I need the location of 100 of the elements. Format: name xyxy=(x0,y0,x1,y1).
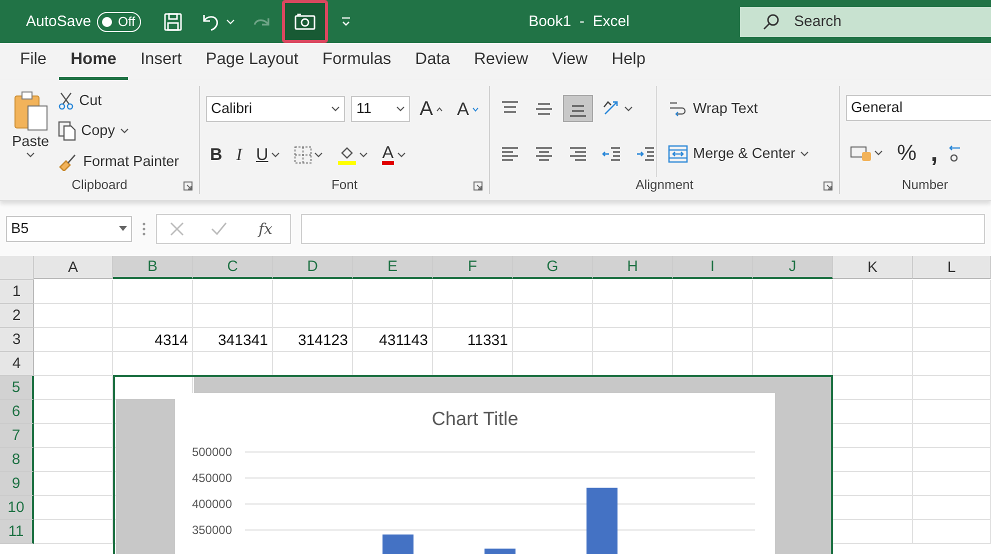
row-header[interactable]: 2 xyxy=(0,304,34,328)
formula-input[interactable] xyxy=(301,214,985,244)
ribbon-tab[interactable]: Review xyxy=(462,50,540,80)
dropdown-icon xyxy=(226,18,236,24)
increase-font-size-button[interactable]: A xyxy=(416,96,447,122)
font-name-field[interactable]: Calibri xyxy=(206,96,346,122)
table-cell: 4314 xyxy=(113,328,193,352)
paste-button[interactable]: Paste xyxy=(6,86,56,177)
checkmark-icon[interactable] xyxy=(211,222,228,236)
column-header[interactable]: I xyxy=(673,256,753,279)
ribbon-tab[interactable]: Help xyxy=(600,50,658,80)
row-header[interactable]: 6 xyxy=(0,400,34,424)
row-header[interactable]: 11 xyxy=(0,520,34,544)
copy-button[interactable]: Copy xyxy=(55,119,182,144)
customize-icon xyxy=(340,16,352,28)
row-header[interactable]: 3 xyxy=(0,328,34,352)
align-bottom-button[interactable] xyxy=(564,96,592,122)
row-header[interactable]: 4 xyxy=(0,352,34,376)
dropdown-icon xyxy=(624,106,633,112)
column-header[interactable]: H xyxy=(593,256,673,279)
column-header[interactable]: B xyxy=(113,256,193,279)
ribbon-tab[interactable]: Insert xyxy=(128,50,194,80)
group-label: Number xyxy=(902,177,948,192)
caret-up-icon xyxy=(436,106,443,112)
row-header[interactable]: 1 xyxy=(0,280,34,304)
merge-center-button[interactable]: Merge & Center xyxy=(665,143,812,166)
chart-bar xyxy=(484,548,516,554)
copy-icon xyxy=(58,121,76,142)
chart-bar xyxy=(586,488,618,554)
axis-tick-label: 450000 xyxy=(192,471,232,485)
camera-button[interactable] xyxy=(282,0,328,43)
axis-tick-label: 350000 xyxy=(192,523,232,537)
row-header[interactable]: 8 xyxy=(0,448,34,472)
decrease-font-size-button[interactable]: A xyxy=(452,96,483,122)
row-header[interactable]: 5 xyxy=(0,376,34,400)
camera-icon xyxy=(294,12,316,30)
table-cell: 314123 xyxy=(273,328,353,352)
save-icon xyxy=(163,12,184,32)
column-header[interactable]: E xyxy=(353,256,433,279)
cut-button[interactable]: Cut xyxy=(55,90,182,112)
column-header[interactable]: J xyxy=(753,256,833,279)
ribbon-tab[interactable]: File xyxy=(8,50,59,80)
font-color-button[interactable]: A xyxy=(378,142,410,167)
dropdown-icon xyxy=(120,128,129,134)
table-cell: 11331 xyxy=(433,328,513,352)
caret-down-icon xyxy=(472,106,479,112)
row-header[interactable]: 7 xyxy=(0,424,34,448)
paintbrush-icon xyxy=(58,153,78,172)
table-cell: 431143 xyxy=(353,328,433,352)
group-label: Clipboard xyxy=(72,177,128,192)
table-cell: 341341 xyxy=(193,328,273,352)
wrap-text-icon xyxy=(668,100,688,118)
column-header[interactable]: C xyxy=(193,256,273,279)
insert-function-button[interactable]: fx xyxy=(254,218,276,240)
column-header[interactable]: L xyxy=(913,256,991,279)
ribbon-tab[interactable]: Formulas xyxy=(310,50,404,80)
column-header[interactable]: D xyxy=(273,256,353,279)
name-box[interactable]: B5 xyxy=(6,216,132,242)
dropdown-icon xyxy=(271,152,280,158)
ribbon-tab[interactable]: View xyxy=(540,50,600,80)
group-label: Alignment xyxy=(636,177,694,192)
more-options-icon xyxy=(142,220,146,236)
dropdown-icon xyxy=(396,152,406,158)
dropdown-icon xyxy=(119,226,127,231)
dropdown-icon xyxy=(359,152,368,158)
autosave-label: AutoSave xyxy=(26,13,92,30)
column-header[interactable]: G xyxy=(513,256,593,279)
ribbon-tab[interactable]: Page Layout xyxy=(194,50,310,80)
autosave-toggle[interactable]: Off xyxy=(97,12,142,32)
clipboard-icon xyxy=(12,90,49,132)
chart-bar xyxy=(382,534,414,554)
dropdown-icon xyxy=(26,152,36,158)
borders-icon xyxy=(294,146,312,164)
dropdown-icon xyxy=(331,106,340,112)
format-painter-button[interactable]: Format Painter xyxy=(55,151,182,174)
dialog-launcher-icon[interactable] xyxy=(473,181,483,191)
ribbon-tab[interactable]: Data xyxy=(403,50,462,80)
search-icon xyxy=(762,12,780,30)
underline-button[interactable]: U xyxy=(252,142,284,166)
column-header[interactable]: A xyxy=(34,256,113,279)
column-header[interactable]: F xyxy=(433,256,513,279)
number-format-field[interactable]: General xyxy=(846,94,991,121)
wrap-text-button[interactable]: Wrap Text xyxy=(665,98,812,120)
dropdown-icon xyxy=(314,152,324,158)
font-size-field[interactable]: 11 xyxy=(351,96,410,122)
comma-style-button[interactable]: , xyxy=(926,143,942,164)
chart-title: Chart Title xyxy=(432,409,518,430)
redo-icon xyxy=(253,16,270,26)
row-header[interactable]: 10 xyxy=(0,496,34,520)
column-header[interactable]: K xyxy=(833,256,913,279)
merge-cells-icon xyxy=(668,145,688,164)
italic-button[interactable]: I xyxy=(232,142,246,166)
dialog-launcher-icon[interactable] xyxy=(823,181,833,191)
dropdown-icon xyxy=(800,151,810,158)
percent-style-button[interactable]: % xyxy=(893,138,921,168)
search-field[interactable]: Search xyxy=(740,6,991,36)
axis-tick-label: 400000 xyxy=(192,497,232,511)
row-header[interactable]: 9 xyxy=(0,472,34,496)
bold-button[interactable]: B xyxy=(206,142,226,166)
dialog-launcher-icon[interactable] xyxy=(183,181,193,191)
